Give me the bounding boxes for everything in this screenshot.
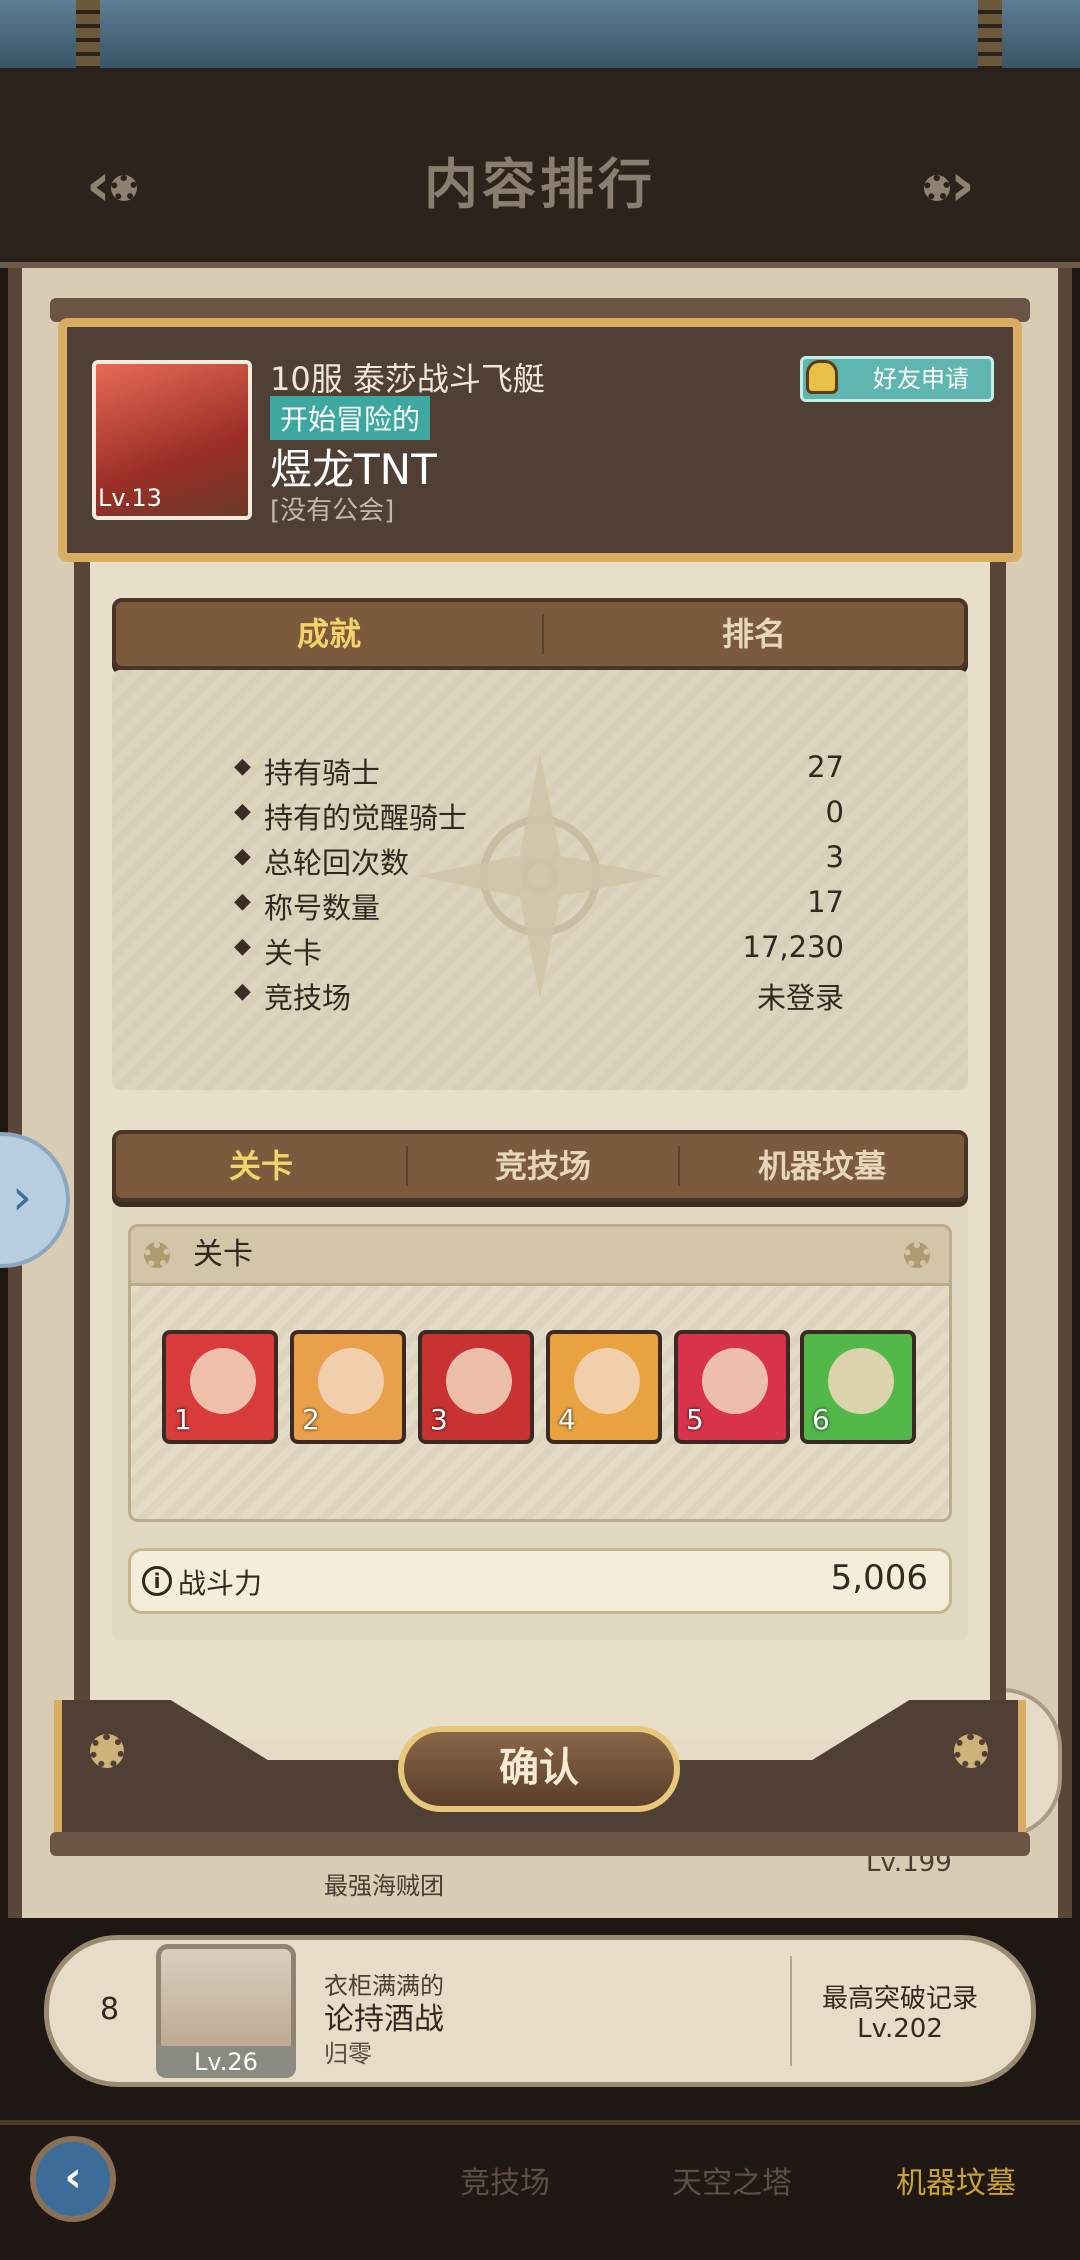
row7-guild: 最强海贼团: [324, 1872, 444, 1900]
mode-tab-bar: 关卡 竞技场 机器坟墓: [112, 1130, 968, 1202]
dialog-bottom-rail: [50, 1832, 1030, 1856]
chevron-right-icon: ›: [12, 1168, 32, 1226]
diamond-icon: ◆: [234, 799, 251, 824]
top-tab-bar: 成就 排名: [112, 598, 968, 670]
hero-slot-4[interactable]: 4: [546, 1330, 662, 1444]
hero-slot-3[interactable]: 3: [418, 1330, 534, 1444]
gear-icon: [904, 1242, 930, 1268]
stat-label: 持有骑士: [264, 756, 381, 790]
achievement-stats: ◆ 持有骑士 27 ◆ 持有的觉醒骑士 0 ◆ 总轮回次数 3 ◆ 称号数量 17 ◆ 关卡 17,…: [112, 670, 968, 1090]
avatar-level: Lv.26: [156, 2046, 296, 2078]
stat-value: 0: [825, 795, 844, 829]
tab-arena[interactable]: 竞技场: [460, 2158, 550, 2202]
tab-arena[interactable]: 竞技场: [408, 1134, 678, 1198]
chain-left: [76, 0, 100, 70]
diamond-icon: ◆: [234, 754, 251, 779]
hero-slot-1[interactable]: 1: [162, 1330, 278, 1444]
gear-icon: [954, 1734, 988, 1768]
hero-slot-6[interactable]: 6: [800, 1330, 916, 1444]
back-button[interactable]: ‹: [30, 2136, 116, 2222]
record-level: Lv.202: [857, 2014, 943, 2044]
stat-row: ◆ 总轮回次数 3: [112, 840, 968, 885]
divider: [790, 1956, 792, 2066]
page-title: 内容排行: [424, 153, 656, 216]
stat-value: 17,230: [742, 930, 844, 964]
tab-stage[interactable]: 关卡: [116, 1134, 406, 1198]
info-icon[interactable]: i: [142, 1566, 172, 1596]
stat-label: 总轮回次数: [264, 846, 410, 880]
diamond-icon: ◆: [234, 844, 251, 869]
tab-ranking[interactable]: 排名: [544, 602, 964, 666]
stat-row: ◆ 称号数量 17: [112, 885, 968, 930]
combat-power-value: 5,006: [830, 1558, 928, 1598]
top-strip: [0, 0, 1080, 72]
record-label: 最高突破记录: [821, 1984, 978, 2014]
server-airship: 10服 泰莎战斗飞艇: [270, 360, 545, 398]
stat-row: ◆ 持有的觉醒骑士 0: [112, 795, 968, 840]
diamond-icon: ◆: [234, 889, 251, 914]
stat-label: 关卡: [264, 936, 323, 970]
diamond-icon: ◆: [234, 934, 251, 959]
player-name: 煜龙TNT: [270, 445, 437, 494]
chain-right: [978, 0, 1002, 70]
stat-label: 持有的觉醒骑士: [264, 801, 468, 835]
player-name: 论持酒战: [324, 2002, 444, 2037]
guild-name: [没有公会]: [270, 496, 395, 526]
rank-number: 8: [100, 1992, 120, 2027]
stat-value: 27: [807, 750, 844, 784]
tab-achievements[interactable]: 成就: [116, 602, 542, 666]
add-friend-icon: [806, 360, 838, 394]
team-panel-header: 关卡: [128, 1224, 952, 1286]
stat-value: 未登录: [756, 981, 844, 1015]
avatar-level: Lv.13: [98, 484, 162, 512]
stat-row: ◆ 竞技场 未登录: [112, 975, 968, 1020]
hero-slot-5[interactable]: 5: [674, 1330, 790, 1444]
stat-row: ◆ 关卡 17,230: [112, 930, 968, 975]
stat-value: 17: [807, 885, 844, 919]
stat-row: ◆ 持有骑士 27: [112, 750, 968, 795]
title-badge: 开始冒险的: [270, 396, 431, 440]
stat-label: 竞技场: [264, 981, 352, 1015]
diamond-icon: ◆: [234, 979, 251, 1004]
confirm-button[interactable]: 确认: [398, 1726, 680, 1812]
gear-icon: [144, 1242, 170, 1268]
stat-value: 3: [825, 840, 844, 874]
tab-sky-tower[interactable]: 天空之塔: [672, 2158, 792, 2202]
stat-label: 称号数量: [264, 891, 381, 925]
hero-slot-2[interactable]: 2: [290, 1330, 406, 1444]
tab-machine-tomb[interactable]: 机器坟墓: [680, 1134, 964, 1198]
gear-icon: [90, 1734, 124, 1768]
tab-machine-tomb[interactable]: 机器坟墓: [896, 2158, 1016, 2202]
combat-power-label: 战斗力: [178, 1567, 263, 1600]
player-guild: 归零: [324, 2040, 372, 2068]
